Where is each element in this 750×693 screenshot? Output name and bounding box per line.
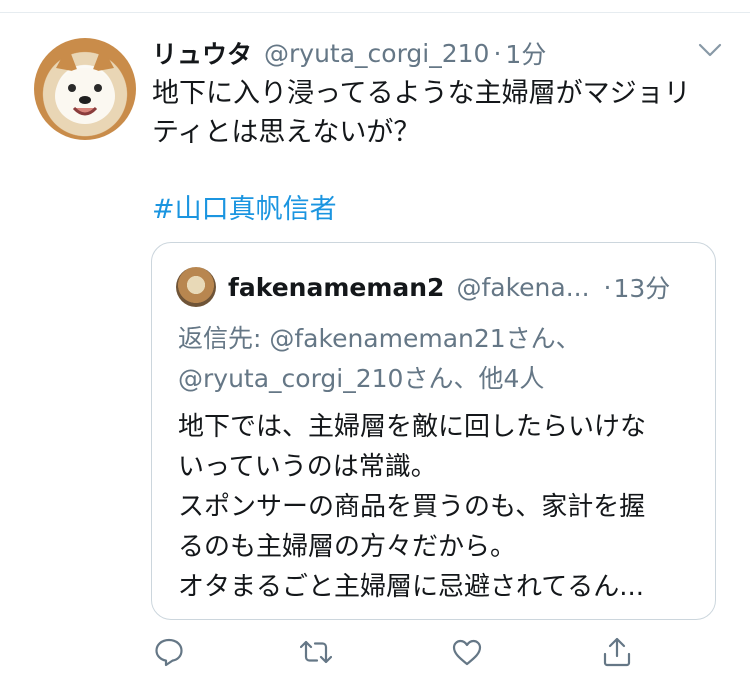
tweet-text-line: ティとは思えないが？ [152, 117, 421, 148]
author-name[interactable]: リュウタ [152, 35, 252, 71]
tweet-text: 地下に入り浸ってるような主婦層がマジョリ ティとは思えないが？ [152, 74, 732, 152]
hashtag-link[interactable]: #山口真帆信者 [152, 190, 337, 229]
action-bar [0, 636, 750, 676]
separator-dot: · [493, 38, 502, 68]
quoted-text-line: オタまるごと主婦層に忌避されてるん... [178, 572, 645, 602]
top-divider [0, 12, 750, 13]
tweet-header: リュウタ @ryuta_corgi_210 · 1分 [152, 36, 546, 70]
like-icon[interactable] [451, 636, 487, 672]
share-icon[interactable] [601, 636, 637, 672]
quoted-avatar[interactable] [176, 267, 216, 307]
quoted-text: 地下では、主婦層を敵に回したらいけな いっていうのは常識。 スポンサーの商品を買… [178, 407, 698, 607]
quoted-text-line: スポンサーの商品を買うのも、家計を握 [178, 492, 646, 522]
quoted-author-name: fakenameman2 [228, 272, 445, 302]
reply-to-text: 返信先: @fakenameman21さん、 @ryuta_corgi_210さ… [178, 319, 698, 399]
tweet-text-line: 地下に入り浸ってるような主婦層がマジョリ [152, 78, 691, 109]
tweet-time[interactable]: 1分 [505, 35, 546, 71]
quoted-text-line: るのも主婦層の方々だから。 [178, 532, 517, 562]
quoted-time: 13分 [613, 274, 671, 303]
quoted-text-line: いっていうのは常識。 [178, 452, 437, 482]
avatar[interactable] [34, 38, 136, 140]
quoted-separator-dot: · [603, 272, 612, 302]
retweet-icon[interactable] [299, 636, 336, 672]
chevron-down-icon[interactable] [697, 40, 723, 60]
reply-icon[interactable] [153, 636, 189, 672]
quoted-tweet-card[interactable]: fakenameman2 @fakena... · 13分 返信先: @fake… [151, 242, 716, 620]
reply-to-line: 返信先: @fakenameman21さん、 [178, 324, 581, 353]
corgi-avatar-illustration [55, 46, 115, 124]
quoted-author-handle: @fakena... [456, 272, 590, 302]
quoted-header: fakenameman2 @fakena... · 13分 [228, 269, 670, 305]
author-handle[interactable]: @ryuta_corgi_210 [264, 39, 489, 68]
quoted-text-line: 地下では、主婦層を敵に回したらいけな [178, 412, 647, 442]
reply-to-line: @ryuta_corgi_210さん、他4人 [178, 364, 545, 393]
